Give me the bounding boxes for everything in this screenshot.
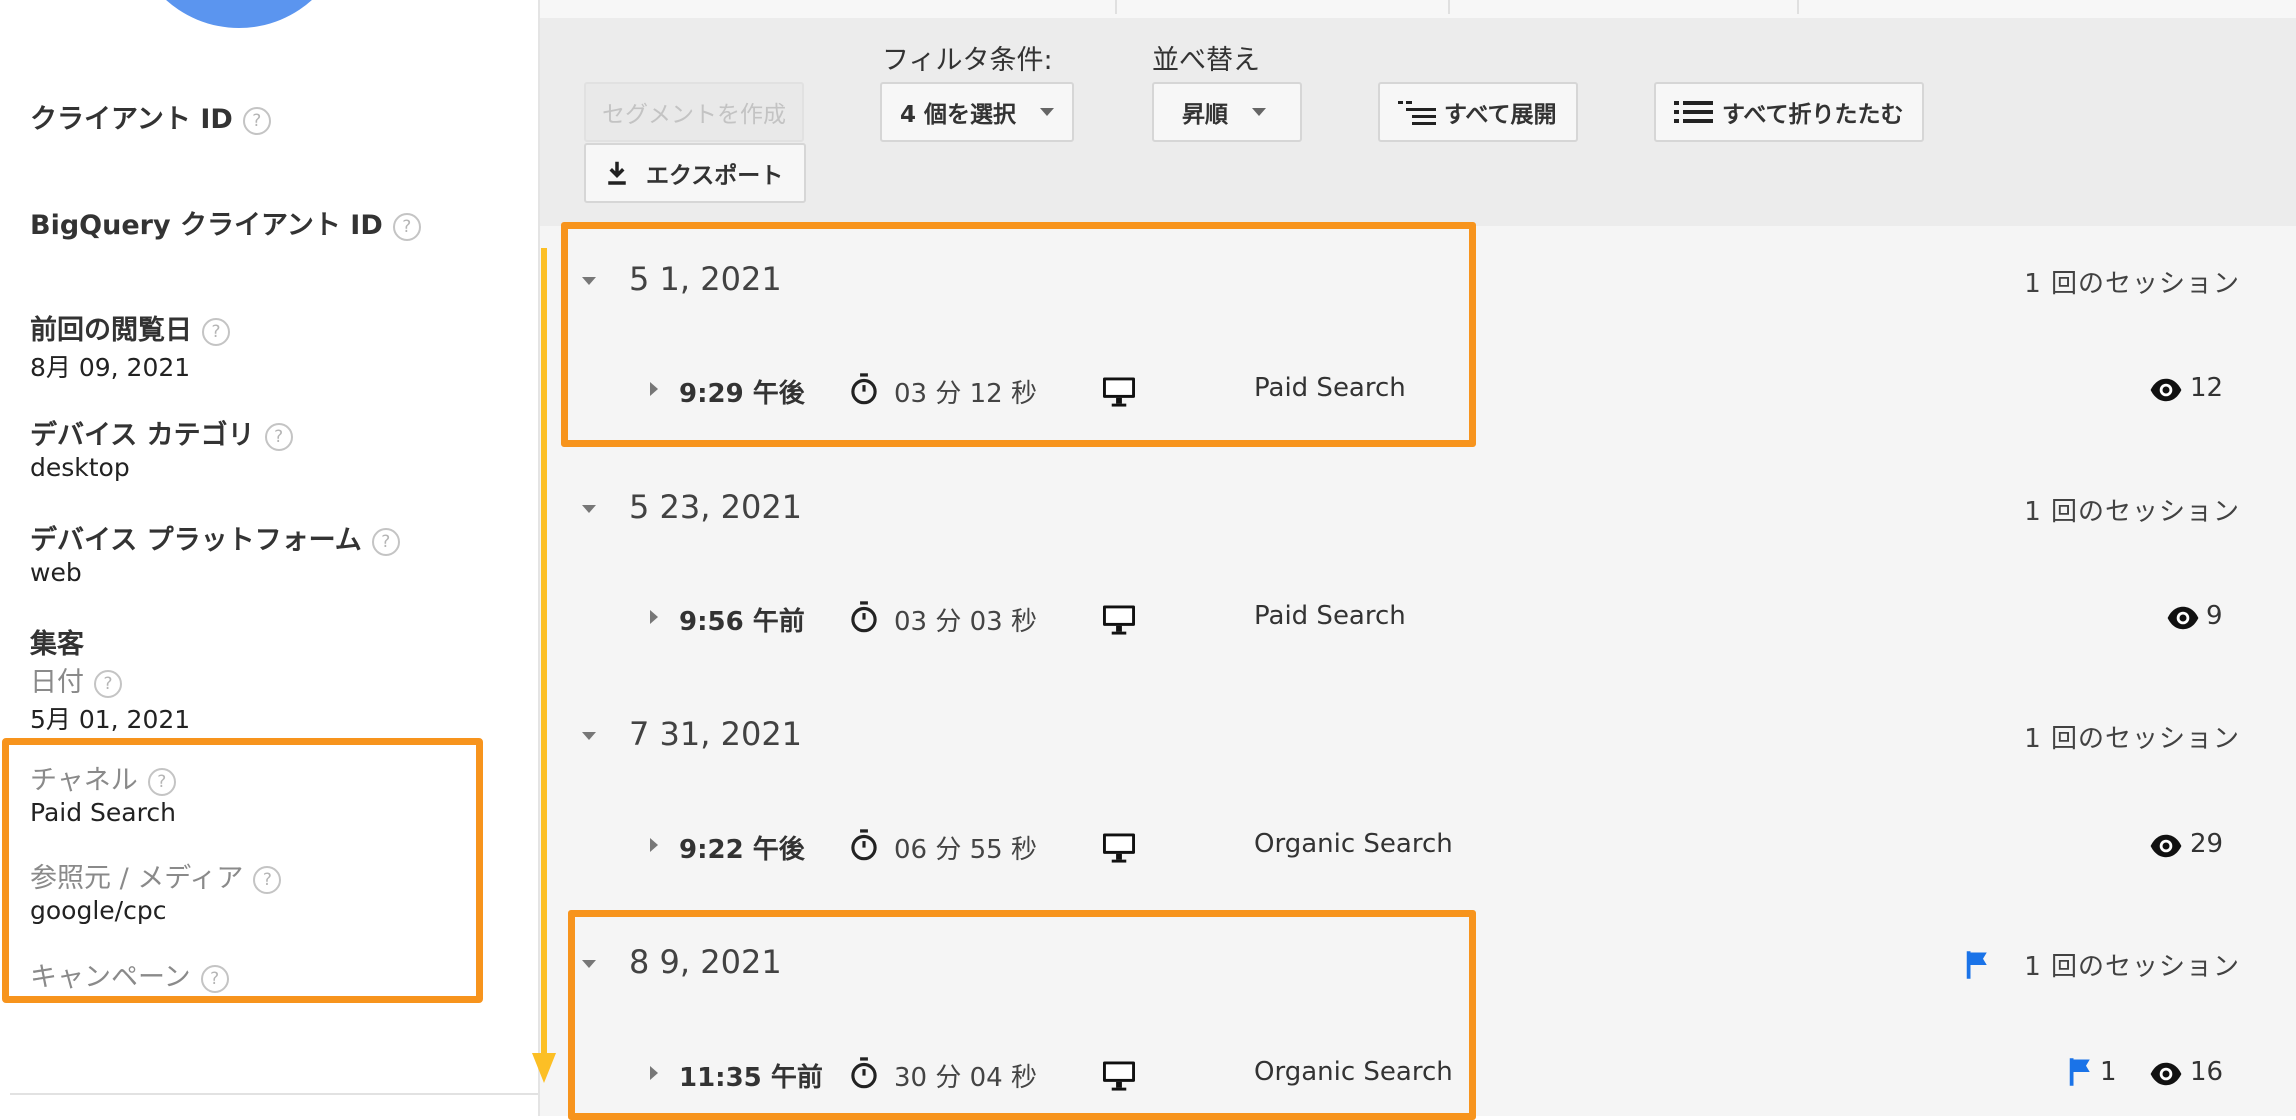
first-session-highlight-box: [561, 222, 1476, 447]
client-id-label: クライアント ID?: [30, 97, 271, 136]
session-duration: 03 分 03 秒: [894, 607, 1037, 637]
session-count: 1 回のセッション: [2024, 269, 2240, 299]
desktop-icon: [1103, 833, 1135, 863]
session-time: 9:56 午前: [679, 607, 805, 637]
help-icon[interactable]: ?: [202, 318, 230, 346]
chevron-down-icon: [1252, 108, 1266, 116]
filter-select[interactable]: 4 個を選択: [880, 82, 1074, 142]
sidebar-highlight-box: [2, 738, 483, 1003]
last-session-highlight-box: [568, 910, 1476, 1120]
session-date: 7 31, 2021: [629, 715, 803, 753]
help-icon[interactable]: ?: [392, 213, 421, 241]
column-divider: [1797, 0, 1799, 14]
sort-label: 並べ替え: [1152, 45, 1260, 76]
pageview-count: 16: [2190, 1057, 2224, 1087]
acquisition-heading: 集客: [30, 629, 84, 660]
help-icon[interactable]: ?: [242, 107, 271, 135]
expand-session-icon[interactable]: [650, 838, 658, 852]
last-visit-value: 8月 09, 2021: [30, 353, 191, 382]
bigquery-id-label: BigQuery クライアント ID?: [30, 203, 421, 242]
sort-select[interactable]: 昇順: [1152, 82, 1302, 142]
filter-label: フィルタ条件:: [882, 45, 1053, 76]
collapse-all-button[interactable]: すべて折りたたむ: [1654, 82, 1924, 142]
expand-all-button[interactable]: すべて展開: [1378, 82, 1578, 142]
chevron-down-icon: [1040, 108, 1055, 116]
expand-list-icon: [1398, 101, 1436, 125]
timeline-arrow: [541, 248, 547, 1053]
help-icon[interactable]: ?: [264, 423, 293, 451]
help-icon[interactable]: ?: [94, 670, 122, 698]
eye-icon: [2167, 606, 2199, 630]
user-info-sidebar: クライアント ID? BigQuery クライアント ID? 前回の閲覧日? 8…: [0, 0, 538, 1116]
eye-icon: [2150, 834, 2182, 858]
last-visit-label: 前回の閲覧日?: [30, 308, 230, 347]
eye-icon: [2150, 378, 2182, 402]
flag-icon: [2069, 1058, 2090, 1086]
pageview-count: 29: [2190, 829, 2224, 859]
download-icon: [608, 161, 626, 185]
desktop-icon: [1103, 605, 1135, 635]
avatar: [130, 0, 348, 28]
device-category-label: デバイス カテゴリ?: [30, 413, 293, 452]
session-count: 1 回のセッション: [2024, 952, 2240, 982]
help-icon[interactable]: ?: [371, 528, 400, 556]
create-segment-button[interactable]: セグメントを作成: [584, 82, 804, 142]
device-platform-label: デバイス プラットフォーム?: [30, 518, 400, 557]
eye-icon: [2150, 1062, 2182, 1086]
collapse-list-icon: [1674, 101, 1713, 123]
collapse-toggle-icon[interactable]: [582, 732, 596, 740]
session-count: 1 回のセッション: [2024, 497, 2240, 527]
arrow-head-icon: [532, 1053, 556, 1083]
session-count: 1 回のセッション: [2024, 724, 2240, 754]
date-label: 日付?: [30, 660, 122, 699]
table-header-strip: [540, 0, 2296, 18]
device-platform-value: web: [30, 558, 82, 587]
session-duration: 06 分 55 秒: [894, 835, 1037, 865]
date-value: 5月 01, 2021: [30, 705, 191, 734]
collapse-toggle-icon[interactable]: [582, 505, 596, 513]
column-divider: [1448, 0, 1450, 14]
flag-icon: [1966, 951, 1987, 979]
sidebar-divider: [10, 1093, 538, 1095]
goal-count: 1: [2100, 1057, 2117, 1087]
expand-session-icon[interactable]: [650, 610, 658, 624]
timer-icon: [851, 601, 877, 633]
timer-icon: [851, 829, 877, 861]
pageview-count: 12: [2190, 373, 2224, 403]
session-time: 9:22 午後: [679, 835, 805, 865]
session-channel: Organic Search: [1254, 829, 1453, 859]
export-button[interactable]: エクスポート: [584, 143, 806, 203]
session-date: 5 23, 2021: [629, 488, 803, 526]
session-channel: Paid Search: [1254, 601, 1406, 631]
pageview-count: 9: [2206, 601, 2223, 631]
column-divider: [1115, 0, 1117, 14]
device-category-value: desktop: [30, 453, 130, 482]
